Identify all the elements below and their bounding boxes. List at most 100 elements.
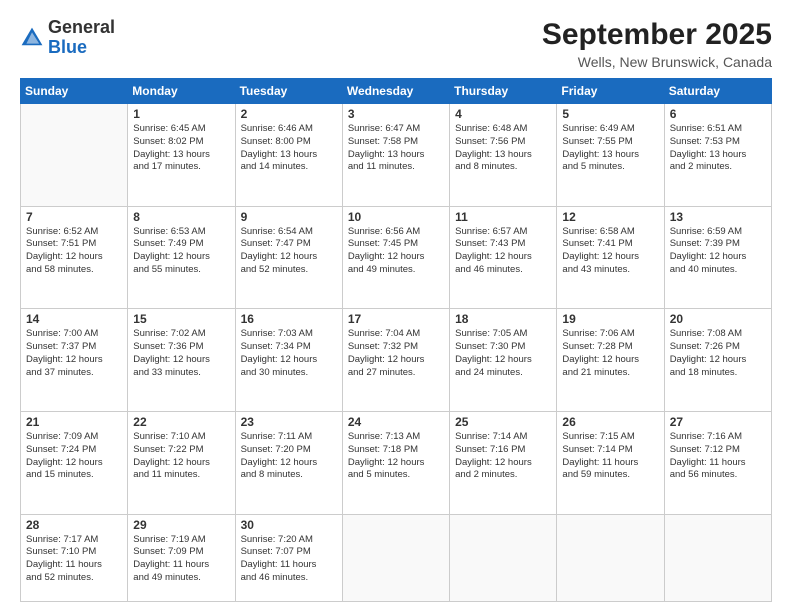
day-number: 28: [26, 518, 122, 532]
calendar-cell: 8 Sunrise: 6:53 AM Sunset: 7:49 PM Daylig…: [128, 206, 235, 309]
cell-info: Sunrise: 6:46 AM Sunset: 8:00 PM Dayligh…: [241, 123, 337, 174]
calendar-cell: [557, 514, 664, 602]
day-number: 6: [670, 107, 766, 121]
calendar-cell: 17Sunrise: 7:04 AM Sunset: 7:32 PM Dayli…: [342, 309, 449, 412]
day-number: 29: [133, 518, 229, 532]
day-header-saturday: Saturday: [664, 79, 771, 104]
cell-info: Sunrise: 7:09 AM Sunset: 7:24 PM Dayligh…: [26, 431, 122, 482]
calendar-cell: 20 Sunrise: 7:08 AM Sunset: 7:26 PM Dayli…: [664, 309, 771, 412]
day-number: 24: [348, 415, 444, 429]
calendar-cell: 7Sunrise: 6:52 AM Sunset: 7:51 PM Daylig…: [21, 206, 128, 309]
calendar-cell: 30Sunrise: 7:20 AM Sunset: 7:07 PM Dayli…: [235, 514, 342, 602]
day-number: 7: [26, 210, 122, 224]
calendar-cell: 28 Sunrise: 7:17 AM Sunset: 7:10 PM Dayli…: [21, 514, 128, 602]
title-block: September 2025 Wells, New Brunswick, Can…: [542, 18, 772, 70]
month-title: September 2025: [542, 18, 772, 52]
calendar-cell: 16 Sunrise: 7:03 AM Sunset: 7:34 PM Dayli…: [235, 309, 342, 412]
logo-general: General: [48, 17, 115, 37]
week-row-5: 28 Sunrise: 7:17 AM Sunset: 7:10 PM Dayli…: [21, 514, 772, 602]
cell-info: Sunrise: 7:11 AM Sunset: 7:20 PM Dayligh…: [241, 431, 337, 482]
day-number: 3: [348, 107, 444, 121]
day-number: 10: [348, 210, 444, 224]
week-row-2: 7Sunrise: 6:52 AM Sunset: 7:51 PM Daylig…: [21, 206, 772, 309]
day-number: 8: [133, 210, 229, 224]
cell-info: Sunrise: 6:47 AM Sunset: 7:58 PM Dayligh…: [348, 123, 444, 174]
cell-info: Sunrise: 7:16 AM Sunset: 7:12 PM Dayligh…: [670, 431, 766, 482]
calendar-cell: 27 Sunrise: 7:16 AM Sunset: 7:12 PM Dayli…: [664, 411, 771, 514]
calendar-cell: 21 Sunrise: 7:09 AM Sunset: 7:24 PM Dayli…: [21, 411, 128, 514]
cell-info: Sunrise: 6:54 AM Sunset: 7:47 PM Dayligh…: [241, 226, 337, 277]
calendar-cell: [450, 514, 557, 602]
calendar-cell: 25 Sunrise: 7:14 AM Sunset: 7:16 PM Dayli…: [450, 411, 557, 514]
page: General Blue September 2025 Wells, New B…: [0, 0, 792, 612]
calendar-cell: 10 Sunrise: 6:56 AM Sunset: 7:45 PM Dayli…: [342, 206, 449, 309]
day-number: 14: [26, 312, 122, 326]
calendar-cell: 9Sunrise: 6:54 AM Sunset: 7:47 PM Daylig…: [235, 206, 342, 309]
calendar-cell: [21, 104, 128, 207]
calendar-cell: 11Sunrise: 6:57 AM Sunset: 7:43 PM Dayli…: [450, 206, 557, 309]
day-number: 2: [241, 107, 337, 121]
day-header-wednesday: Wednesday: [342, 79, 449, 104]
day-header-sunday: Sunday: [21, 79, 128, 104]
calendar-cell: 2 Sunrise: 6:46 AM Sunset: 8:00 PM Daylig…: [235, 104, 342, 207]
calendar-cell: 1 Sunrise: 6:45 AM Sunset: 8:02 PM Daylig…: [128, 104, 235, 207]
cell-info: Sunrise: 7:17 AM Sunset: 7:10 PM Dayligh…: [26, 534, 122, 585]
calendar-cell: 29 Sunrise: 7:19 AM Sunset: 7:09 PM Dayli…: [128, 514, 235, 602]
cell-info: Sunrise: 6:53 AM Sunset: 7:49 PM Dayligh…: [133, 226, 229, 277]
day-header-monday: Monday: [128, 79, 235, 104]
cell-info: Sunrise: 6:45 AM Sunset: 8:02 PM Dayligh…: [133, 123, 229, 174]
cell-info: Sunrise: 7:20 AM Sunset: 7:07 PM Dayligh…: [241, 534, 337, 585]
day-number: 11: [455, 210, 551, 224]
day-header-thursday: Thursday: [450, 79, 557, 104]
cell-info: Sunrise: 6:56 AM Sunset: 7:45 PM Dayligh…: [348, 226, 444, 277]
cell-info: Sunrise: 7:13 AM Sunset: 7:18 PM Dayligh…: [348, 431, 444, 482]
cell-info: Sunrise: 7:04 AM Sunset: 7:32 PM Dayligh…: [348, 328, 444, 379]
calendar-cell: 23 Sunrise: 7:11 AM Sunset: 7:20 PM Dayli…: [235, 411, 342, 514]
cell-info: Sunrise: 6:49 AM Sunset: 7:55 PM Dayligh…: [562, 123, 658, 174]
calendar-cell: 14Sunrise: 7:00 AM Sunset: 7:37 PM Dayli…: [21, 309, 128, 412]
calendar-table: SundayMondayTuesdayWednesdayThursdayFrid…: [20, 78, 772, 602]
day-number: 1: [133, 107, 229, 121]
day-number: 18: [455, 312, 551, 326]
calendar-cell: 5 Sunrise: 6:49 AM Sunset: 7:55 PM Daylig…: [557, 104, 664, 207]
day-number: 5: [562, 107, 658, 121]
calendar-cell: 4 Sunrise: 6:48 AM Sunset: 7:56 PM Daylig…: [450, 104, 557, 207]
cell-info: Sunrise: 6:59 AM Sunset: 7:39 PM Dayligh…: [670, 226, 766, 277]
cell-info: Sunrise: 6:48 AM Sunset: 7:56 PM Dayligh…: [455, 123, 551, 174]
day-number: 26: [562, 415, 658, 429]
day-number: 23: [241, 415, 337, 429]
day-header-tuesday: Tuesday: [235, 79, 342, 104]
logo: General Blue: [20, 18, 115, 58]
cell-info: Sunrise: 7:08 AM Sunset: 7:26 PM Dayligh…: [670, 328, 766, 379]
day-number: 27: [670, 415, 766, 429]
cell-info: Sunrise: 7:19 AM Sunset: 7:09 PM Dayligh…: [133, 534, 229, 585]
day-number: 4: [455, 107, 551, 121]
calendar-cell: 12Sunrise: 6:58 AM Sunset: 7:41 PM Dayli…: [557, 206, 664, 309]
cell-info: Sunrise: 7:15 AM Sunset: 7:14 PM Dayligh…: [562, 431, 658, 482]
calendar-cell: 18 Sunrise: 7:05 AM Sunset: 7:30 PM Dayli…: [450, 309, 557, 412]
day-number: 20: [670, 312, 766, 326]
header: General Blue September 2025 Wells, New B…: [20, 18, 772, 70]
calendar-cell: 26 Sunrise: 7:15 AM Sunset: 7:14 PM Dayli…: [557, 411, 664, 514]
day-number: 13: [670, 210, 766, 224]
day-number: 21: [26, 415, 122, 429]
day-number: 25: [455, 415, 551, 429]
cell-info: Sunrise: 7:14 AM Sunset: 7:16 PM Dayligh…: [455, 431, 551, 482]
cell-info: Sunrise: 7:03 AM Sunset: 7:34 PM Dayligh…: [241, 328, 337, 379]
cell-info: Sunrise: 7:06 AM Sunset: 7:28 PM Dayligh…: [562, 328, 658, 379]
calendar-cell: 19 Sunrise: 7:06 AM Sunset: 7:28 PM Dayli…: [557, 309, 664, 412]
location: Wells, New Brunswick, Canada: [542, 54, 772, 70]
cell-info: Sunrise: 7:05 AM Sunset: 7:30 PM Dayligh…: [455, 328, 551, 379]
cell-info: Sunrise: 6:58 AM Sunset: 7:41 PM Dayligh…: [562, 226, 658, 277]
calendar-cell: 6Sunrise: 6:51 AM Sunset: 7:53 PM Daylig…: [664, 104, 771, 207]
day-number: 15: [133, 312, 229, 326]
calendar-header-row: SundayMondayTuesdayWednesdayThursdayFrid…: [21, 79, 772, 104]
day-number: 22: [133, 415, 229, 429]
calendar-cell: 24 Sunrise: 7:13 AM Sunset: 7:18 PM Dayli…: [342, 411, 449, 514]
day-number: 16: [241, 312, 337, 326]
logo-text: General Blue: [48, 18, 115, 58]
day-number: 19: [562, 312, 658, 326]
calendar-cell: 13 Sunrise: 6:59 AM Sunset: 7:39 PM Dayli…: [664, 206, 771, 309]
calendar-cell: [342, 514, 449, 602]
logo-icon: [20, 26, 44, 50]
